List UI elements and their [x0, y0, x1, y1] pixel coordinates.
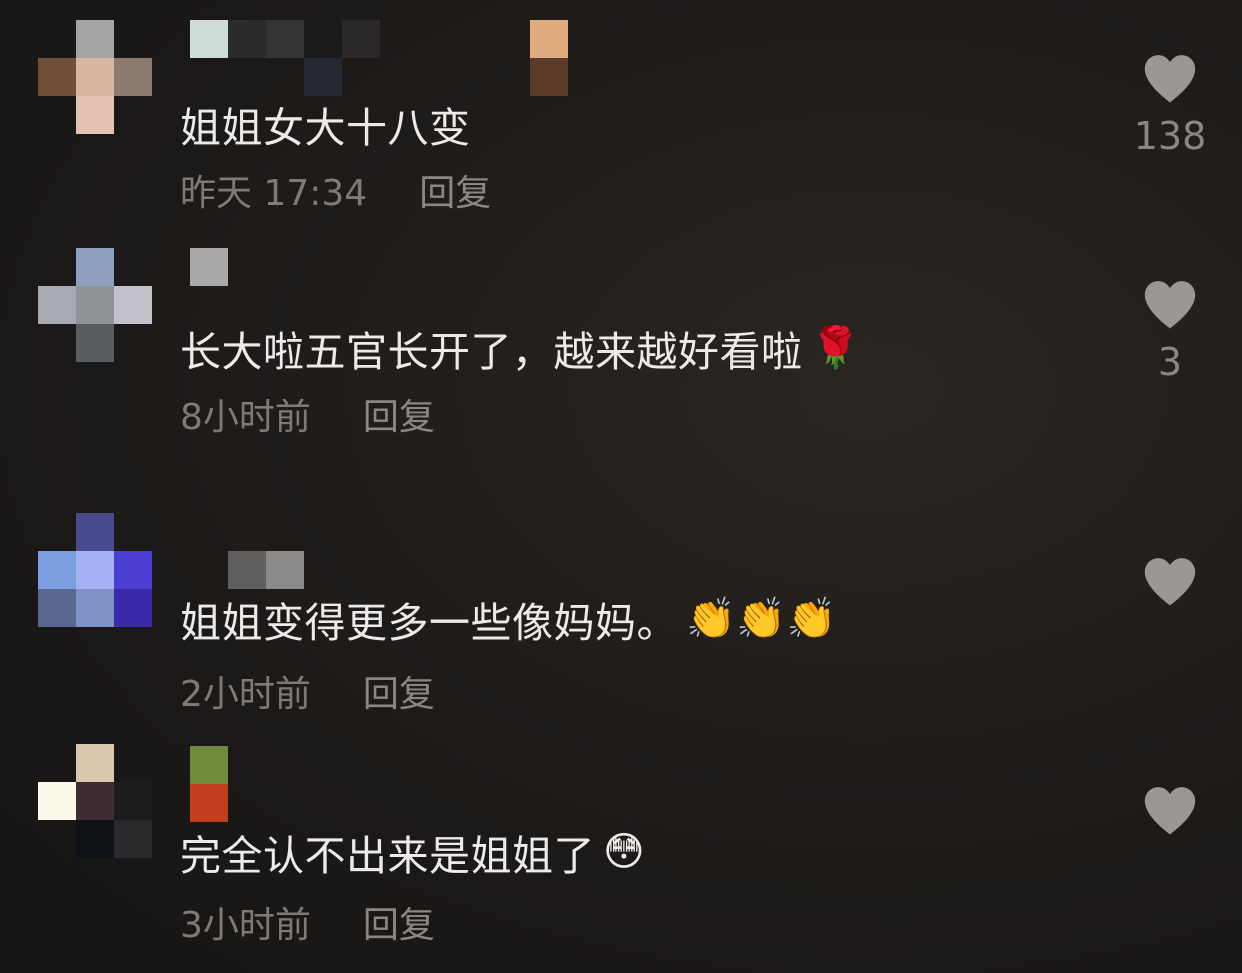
heart-icon[interactable] — [1130, 278, 1210, 330]
comment-meta: 昨天 17:34 回复 — [180, 164, 491, 216]
comment-text: 长大啦五官长开了，越来越好看啦 🌹 — [180, 318, 861, 378]
like-button[interactable] — [1130, 784, 1210, 846]
like-button[interactable] — [1130, 555, 1210, 617]
like-count: 3 — [1157, 340, 1183, 384]
comment-meta: 8小时前 回复 — [180, 388, 435, 440]
avatar[interactable] — [38, 744, 152, 858]
reply-button[interactable]: 回复 — [363, 674, 435, 715]
heart-icon[interactable] — [1130, 52, 1210, 104]
rose-emoji-icon: 🌹 — [810, 325, 861, 371]
reply-button[interactable]: 回复 — [363, 397, 435, 438]
heart-icon[interactable] — [1130, 784, 1210, 836]
comment-text-content: 姐姐女大十八变 — [180, 104, 471, 152]
comment-time: 昨天 17:34 — [180, 173, 368, 214]
comment-text: 姐姐变得更多一些像妈妈。 👏👏👏 — [180, 589, 837, 649]
avatar[interactable] — [38, 513, 152, 627]
like-button[interactable]: 3 — [1130, 278, 1210, 384]
flushed-face-emoji-icon: 😳 — [603, 829, 646, 875]
comment-meta: 3小时前 回复 — [180, 896, 435, 948]
like-count: 138 — [1133, 114, 1207, 158]
heart-icon[interactable] — [1130, 555, 1210, 607]
avatar[interactable] — [38, 248, 152, 362]
comment-meta: 2小时前 回复 — [180, 665, 435, 717]
comment-text: 完全认不出来是姐姐了 😳 — [180, 822, 645, 882]
clapping-hands-emoji-icon: 👏👏👏 — [686, 596, 837, 642]
comment-time: 3小时前 — [180, 905, 311, 946]
comment-time: 8小时前 — [180, 397, 311, 438]
comment-text-content: 长大啦五官长开了，越来越好看啦 — [180, 328, 803, 376]
comment-text-content: 完全认不出来是姐姐了 — [180, 832, 595, 880]
like-button[interactable]: 138 — [1130, 52, 1210, 158]
comment-text: 姐姐女大十八变 — [180, 94, 471, 154]
comment-text-content: 姐姐变得更多一些像妈妈。 — [180, 599, 678, 647]
reply-button[interactable]: 回复 — [419, 173, 491, 214]
reply-button[interactable]: 回复 — [363, 905, 435, 946]
avatar[interactable] — [38, 20, 152, 134]
comment-time: 2小时前 — [180, 674, 311, 715]
